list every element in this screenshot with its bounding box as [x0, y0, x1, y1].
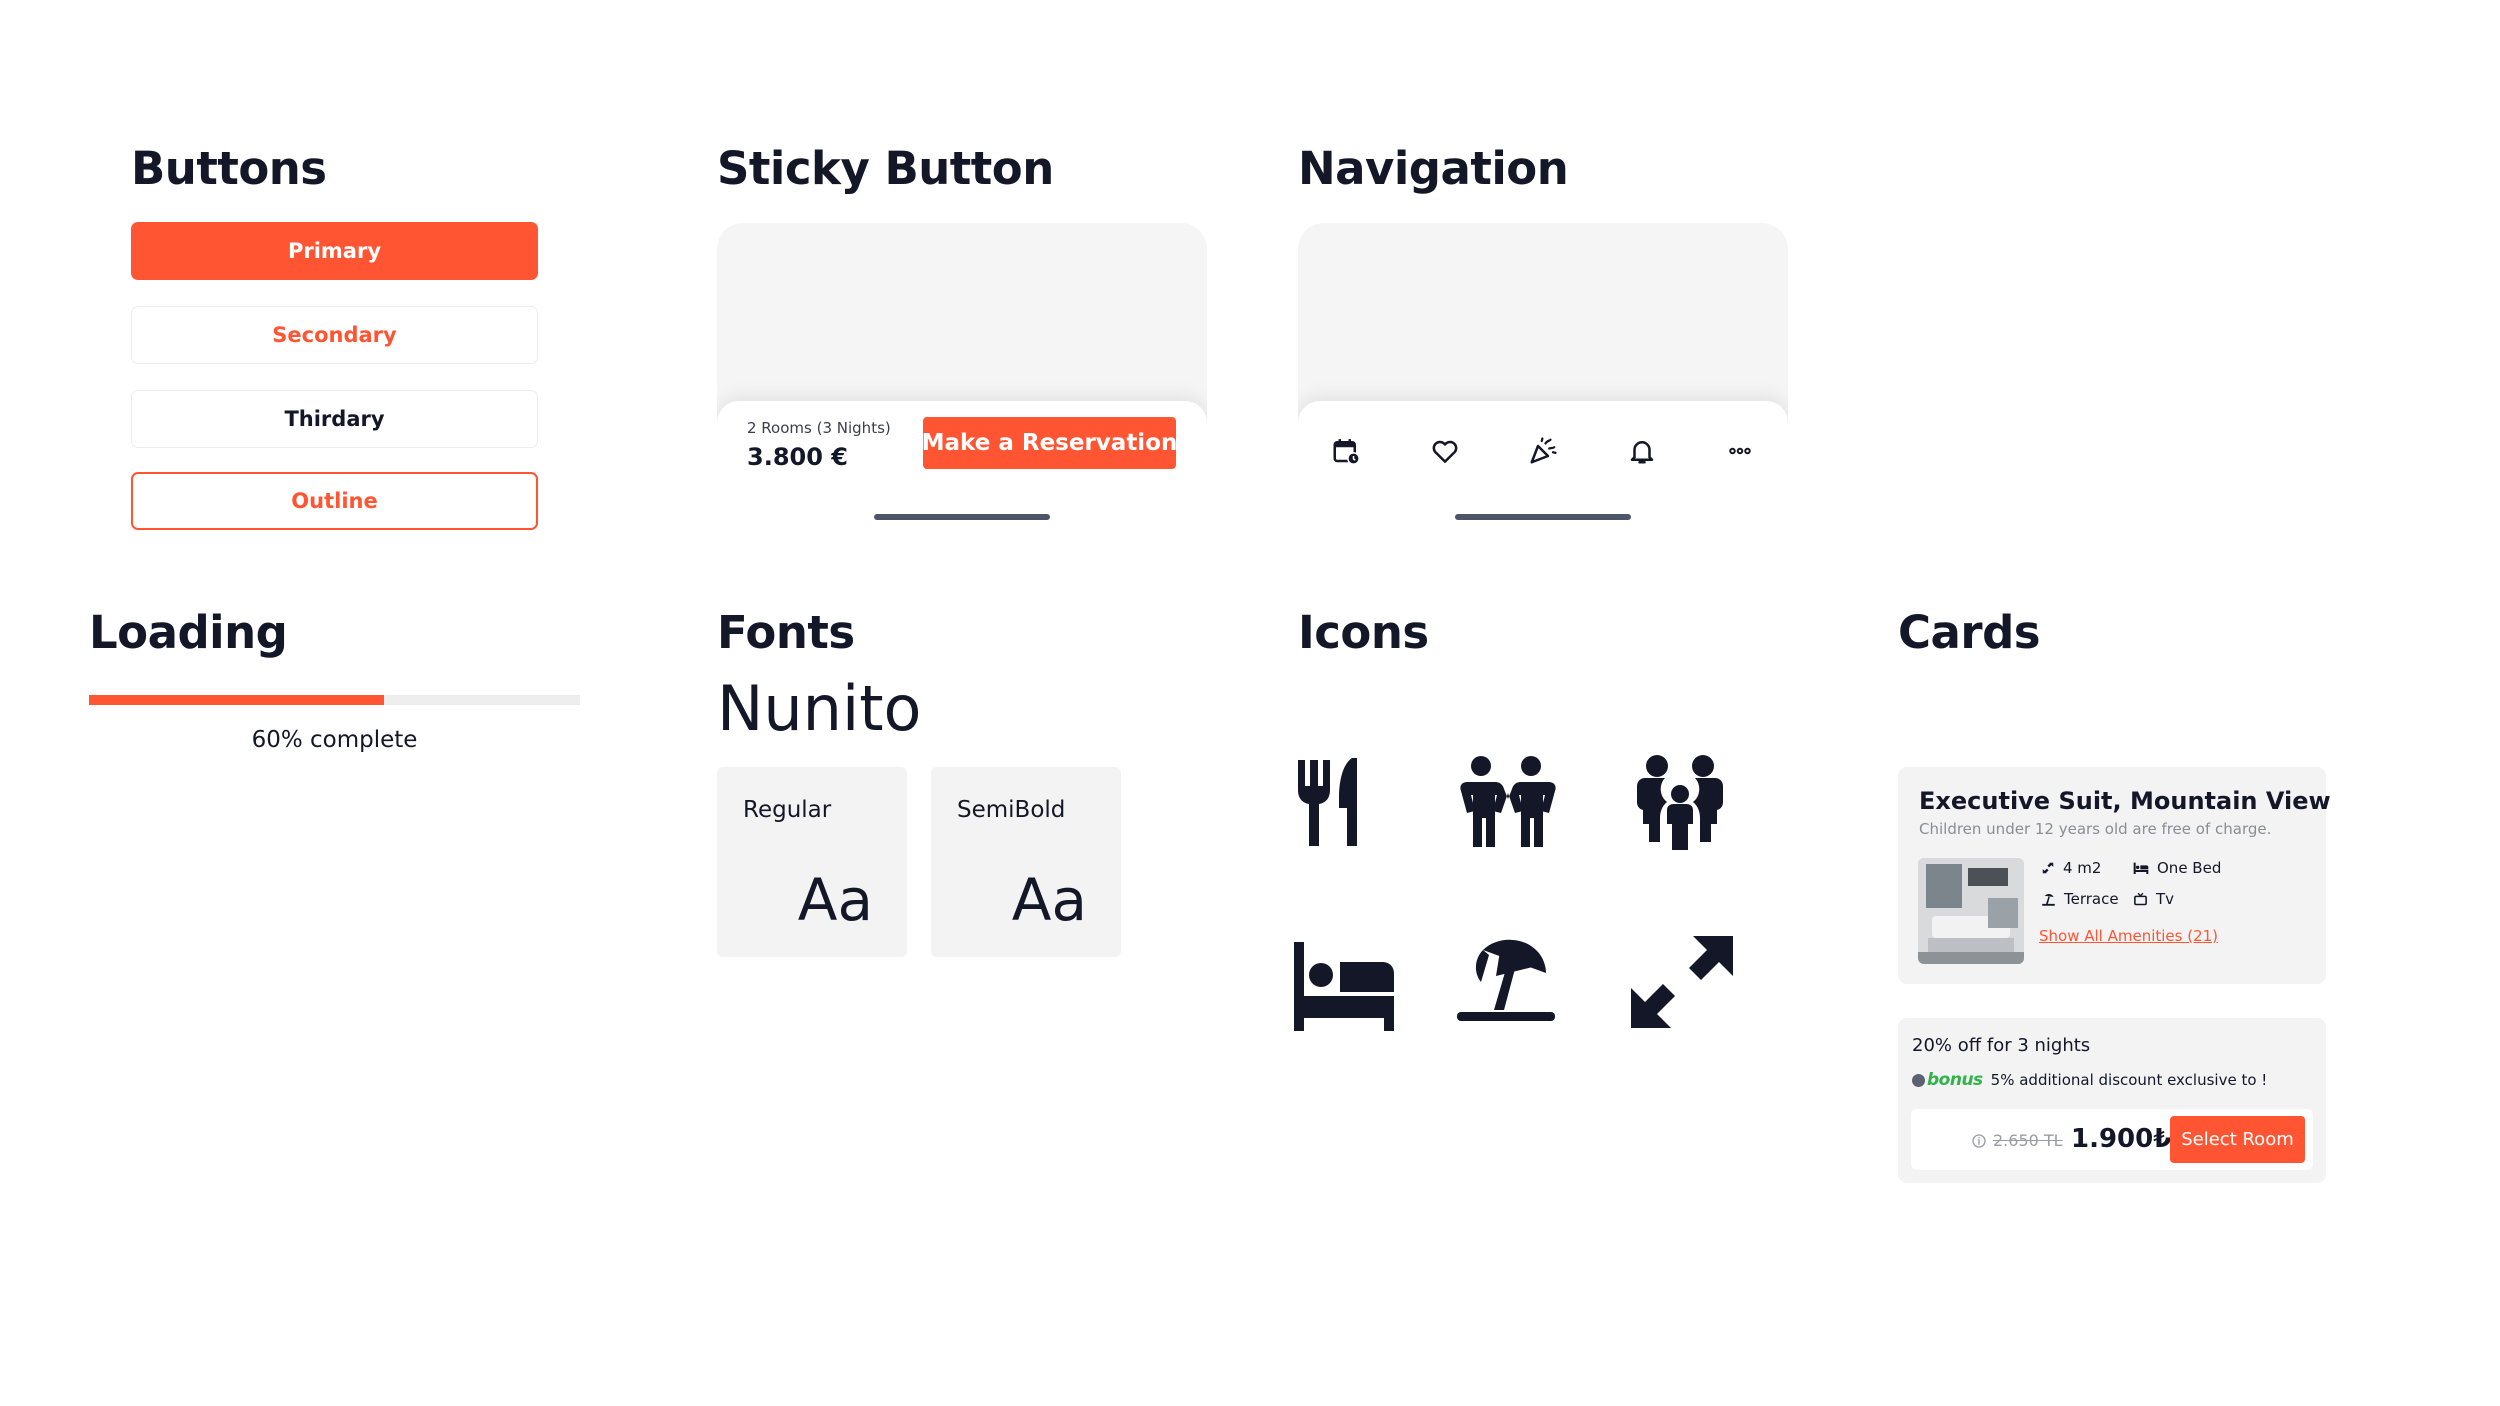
party-popper-icon[interactable] — [1515, 431, 1571, 471]
amenity-tv: Tv — [2133, 890, 2174, 908]
font-weight-card-semibold: SemiBold Aa — [931, 767, 1121, 957]
outline-button[interactable]: Outline — [131, 472, 538, 530]
progress-fill — [89, 695, 384, 705]
expand-arrows-icon — [1631, 936, 1733, 1028]
thirdary-button[interactable]: Thirdary — [131, 390, 538, 448]
room-photo — [1918, 858, 2024, 964]
room-card[interactable]: Executive Suit, Mountain View Children u… — [1898, 767, 2331, 984]
sticky-summary: 2 Rooms (3 Nights) 3.800 € — [747, 419, 891, 471]
old-price-value: 2.650 TL — [1993, 1131, 2063, 1150]
deal-card: 20% off for 3 nights bonus 5% additional… — [1898, 1018, 2326, 1183]
sticky-rooms-label: 2 Rooms (3 Nights) — [747, 419, 891, 437]
bonus-logo-mark — [1912, 1073, 1925, 1087]
progress-label: 60% complete — [251, 727, 418, 753]
fork-knife-icon — [1298, 758, 1357, 846]
family-icon — [1637, 755, 1723, 850]
amenity-label: One Bed — [2157, 859, 2222, 877]
section-title-sticky-button: Sticky Button — [717, 142, 1054, 195]
show-all-amenities-link[interactable]: Show All Amenities (21) — [2039, 927, 2218, 945]
navigation-mockup — [1298, 223, 1788, 532]
home-indicator — [874, 514, 1050, 520]
section-title-buttons: Buttons — [131, 142, 327, 195]
sticky-button-mockup: 2 Rooms (3 Nights) 3.800 € Make a Reserv… — [717, 223, 1207, 532]
amenity-label: 4 m2 — [2063, 859, 2102, 877]
new-price: 1.900₺ — [2071, 1124, 2172, 1154]
font-sample: Aa — [797, 866, 873, 934]
bonus-brand: bonus — [1927, 1070, 1983, 1090]
section-title-navigation: Navigation — [1298, 142, 1569, 195]
beach-umbrella-icon — [1457, 939, 1555, 1021]
bonus-row: bonus 5% additional discount exclusive t… — [1912, 1070, 2267, 1090]
old-price: 2.650 TL — [1971, 1131, 2063, 1150]
secondary-button[interactable]: Secondary — [131, 306, 538, 364]
font-family-name: Nunito — [717, 672, 922, 745]
sticky-price: 3.800 € — [747, 443, 848, 471]
bonus-text: 5% additional discount exclusive to ! — [1990, 1071, 2268, 1089]
nav-items — [1318, 431, 1768, 471]
bell-icon[interactable] — [1614, 431, 1670, 471]
size-icon — [2042, 862, 2054, 874]
section-title-fonts: Fonts — [717, 606, 855, 659]
amenity-label: Terrace — [2064, 890, 2119, 908]
room-subtitle: Children under 12 years old are free of … — [1919, 820, 2272, 838]
amenity-size: 4 m2 — [2041, 859, 2101, 877]
amenity-bed: One Bed — [2133, 859, 2221, 877]
bed-icon — [1294, 942, 1394, 1031]
section-title-icons: Icons — [1298, 606, 1429, 659]
sticky-bottom-bar: 2 Rooms (3 Nights) 3.800 € Make a Reserv… — [717, 401, 1207, 532]
tv-icon — [2134, 892, 2147, 905]
room-title: Executive Suit, Mountain View — [1919, 787, 2331, 815]
bed-small-icon — [2133, 862, 2149, 874]
deal-title: 20% off for 3 nights — [1912, 1035, 2091, 1056]
heart-icon[interactable] — [1417, 431, 1473, 471]
calendar-clock-icon[interactable] — [1318, 431, 1374, 471]
bonus-logo: bonus — [1912, 1070, 1983, 1090]
font-weight-label: Regular — [743, 797, 832, 823]
more-dots-icon[interactable] — [1712, 431, 1768, 471]
home-indicator — [1455, 514, 1631, 520]
make-reservation-button[interactable]: Make a Reservation — [922, 417, 1177, 469]
font-weight-label: SemiBold — [957, 797, 1066, 823]
price-box: 2.650 TL 1.900₺ Select Room — [1911, 1109, 2313, 1170]
progress-bar — [89, 695, 580, 705]
couple-icon — [1460, 756, 1556, 847]
terrace-icon — [2042, 893, 2055, 906]
section-title-loading: Loading — [89, 606, 288, 659]
primary-button[interactable]: Primary — [131, 222, 538, 280]
font-weight-card-regular: Regular Aa — [717, 767, 907, 957]
amenity-terrace: Terrace — [2041, 890, 2119, 908]
bottom-navigation-bar — [1298, 401, 1788, 532]
section-title-cards: Cards — [1898, 606, 2041, 659]
font-sample: Aa — [1011, 866, 1087, 934]
amenity-label: Tv — [2156, 890, 2175, 908]
info-icon[interactable] — [1971, 1133, 1987, 1149]
select-room-button[interactable]: Select Room — [2170, 1116, 2305, 1163]
